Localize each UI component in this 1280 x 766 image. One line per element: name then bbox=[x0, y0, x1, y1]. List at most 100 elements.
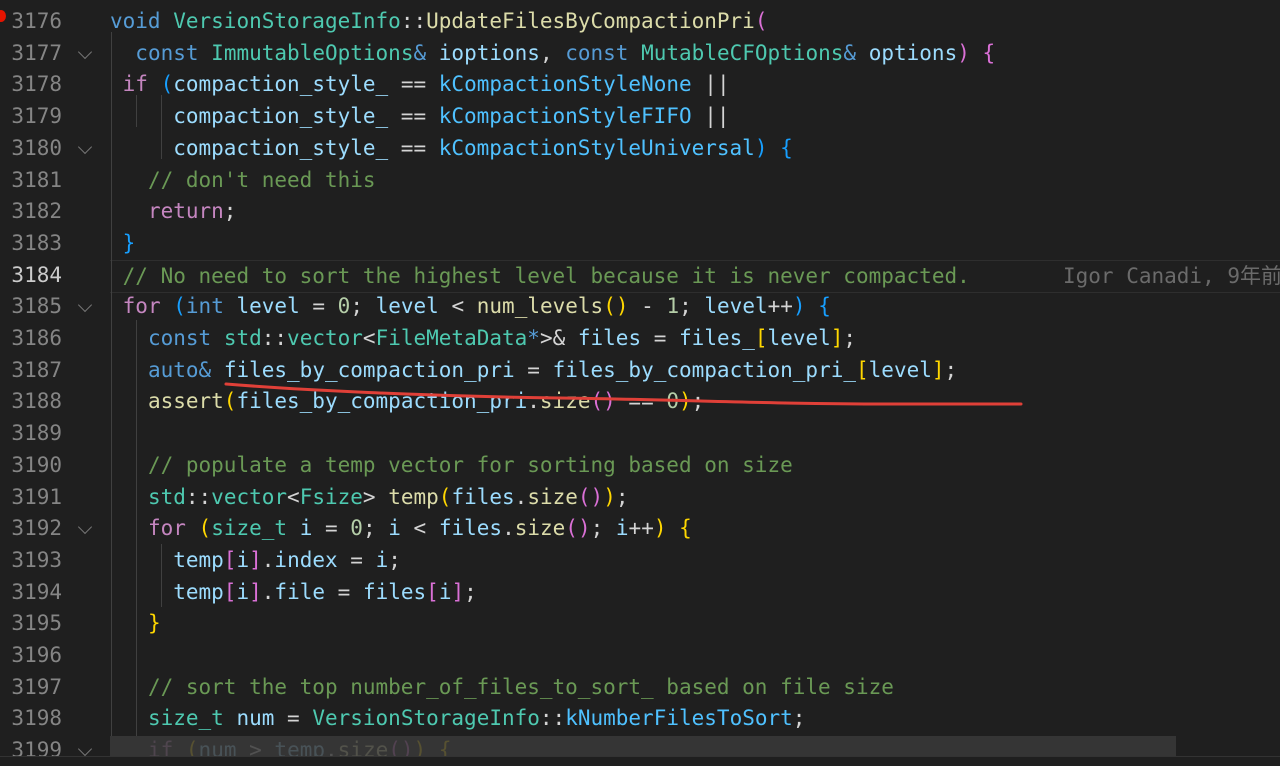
code-text-area[interactable]: temp[i].index = i; bbox=[110, 545, 1280, 577]
code-token: < bbox=[287, 484, 300, 509]
code-line[interactable]: 3187 auto& files_by_compaction_pri = fil… bbox=[0, 355, 1280, 387]
code-text-area[interactable]: return; bbox=[110, 196, 1280, 228]
code-line[interactable]: 3184 // No need to sort the highest leve… bbox=[0, 259, 1280, 294]
code-token: ; bbox=[388, 547, 401, 572]
fold-chevron-icon[interactable] bbox=[77, 139, 93, 154]
fold-chevron-icon[interactable] bbox=[77, 742, 93, 757]
code-text: void VersionStorageInfo::UpdateFilesByCo… bbox=[110, 6, 768, 38]
code-line[interactable]: 3198 size_t num = VersionStorageInfo::kN… bbox=[0, 703, 1280, 735]
code-line[interactable]: 3178 if (compaction_style_ == kCompactio… bbox=[0, 69, 1280, 101]
code-token: { bbox=[780, 135, 793, 160]
code-token: temp bbox=[388, 484, 439, 509]
code-text-area[interactable]: auto& files_by_compaction_pri = files_by… bbox=[110, 355, 1280, 387]
line-number: 3186 bbox=[11, 326, 62, 350]
code-text-area[interactable]: } bbox=[110, 228, 1280, 260]
line-number: 3190 bbox=[11, 452, 62, 477]
code-text-area[interactable]: temp[i].file = files[i]; bbox=[110, 577, 1280, 609]
code-line[interactable]: 3186 const std::vector<FileMetaData*>& f… bbox=[0, 323, 1280, 355]
code-token: level bbox=[704, 294, 768, 319]
code-line[interactable]: 3181 // don't need this bbox=[0, 165, 1280, 197]
code-token: i bbox=[615, 516, 629, 541]
code-line[interactable]: 3191 std::vector<Fsize> temp(files.size(… bbox=[0, 482, 1280, 514]
code-text-area[interactable]: assert(files_by_compaction_pri.size() ==… bbox=[110, 386, 1280, 418]
code-line[interactable]: 3190 // populate a temp vector for sorti… bbox=[0, 450, 1280, 482]
code-text-area[interactable]: } bbox=[110, 608, 1280, 640]
line-number: 3195 bbox=[11, 611, 62, 636]
code-text-area[interactable]: // don't need this bbox=[110, 165, 1280, 197]
code-line[interactable]: 3176 void VersionStorageInfo::UpdateFiles… bbox=[0, 6, 1280, 38]
code-text: std::vector<Fsize> temp(files.size()); bbox=[110, 482, 629, 514]
code-token: for bbox=[147, 516, 186, 541]
code-text-area[interactable]: const std::vector<FileMetaData*>& files … bbox=[110, 323, 1280, 355]
code-token: ImmutableOptions bbox=[211, 40, 414, 65]
code-line[interactable]: 3188 assert(files_by_compaction_pri.size… bbox=[0, 386, 1280, 418]
code-line[interactable]: 3196 bbox=[0, 640, 1280, 672]
code-token: const bbox=[565, 40, 629, 65]
code-text-area[interactable]: void VersionStorageInfo::UpdateFilesByCo… bbox=[110, 6, 1280, 38]
code-line[interactable]: 3193 temp[i].index = i; bbox=[0, 545, 1280, 577]
line-number: 3188 bbox=[11, 389, 62, 414]
code-text-area[interactable] bbox=[110, 418, 1280, 450]
code-token: ( bbox=[160, 72, 174, 97]
code-text-area[interactable]: const ImmutableOptions& ioptions, const … bbox=[110, 38, 1280, 70]
code-line[interactable]: 3180 compaction_style_ == kCompactionSty… bbox=[0, 133, 1280, 165]
code-text-area[interactable]: // sort the top number_of_files_to_sort_… bbox=[110, 672, 1280, 704]
line-number: 3179 bbox=[11, 104, 62, 129]
editor-bottom-edge bbox=[0, 756, 1280, 766]
code-token: == bbox=[388, 104, 439, 129]
code-token: ; bbox=[362, 516, 389, 541]
code-token: const bbox=[135, 40, 199, 65]
code-token: temp bbox=[173, 579, 224, 604]
code-text-area[interactable]: // No need to sort the highest level bec… bbox=[110, 259, 1280, 294]
code-token: level bbox=[236, 294, 300, 319]
code-line[interactable]: 3185 for (int level = 0; level < num_lev… bbox=[0, 291, 1280, 323]
code-line[interactable]: 3179 compaction_style_ == kCompactionSty… bbox=[0, 101, 1280, 133]
line-number: 3181 bbox=[11, 167, 62, 192]
code-token: VersionStorageInfo bbox=[312, 706, 540, 731]
code-token: < bbox=[400, 516, 439, 541]
horizontal-scrollbar-thumb[interactable] bbox=[110, 736, 1176, 756]
code-line[interactable]: 3192 for (size_t i = 0; i < files.size()… bbox=[0, 513, 1280, 545]
line-number: 3176 bbox=[11, 9, 62, 33]
code-text-area[interactable]: for (int level = 0; level < num_levels()… bbox=[110, 291, 1280, 323]
code-token: files_by_compaction_pri bbox=[223, 357, 515, 382]
code-text-area[interactable]: // populate a temp vector for sorting ba… bbox=[110, 450, 1280, 482]
code-token: ( bbox=[223, 389, 237, 414]
fold-chevron-icon[interactable] bbox=[77, 520, 93, 535]
code-token: () bbox=[577, 484, 604, 509]
code-line[interactable]: 3197 // sort the top number_of_files_to_… bbox=[0, 672, 1280, 704]
code-text-area[interactable]: if (compaction_style_ == kCompactionStyl… bbox=[110, 69, 1280, 101]
code-token: ; bbox=[615, 484, 629, 509]
code-token: >& bbox=[539, 326, 578, 350]
code-line[interactable]: 3194 temp[i].file = files[i]; bbox=[0, 577, 1280, 609]
code-token: size_t bbox=[147, 706, 224, 731]
code-token: () bbox=[565, 516, 591, 541]
code-text-area[interactable]: compaction_style_ == kCompactionStyleUni… bbox=[110, 133, 1280, 165]
fold-chevron-icon[interactable] bbox=[77, 298, 93, 313]
code-token: index bbox=[274, 547, 338, 572]
code-token: = bbox=[299, 294, 338, 319]
code-editor[interactable]: 3176 void VersionStorageInfo::UpdateFiles… bbox=[0, 0, 1280, 766]
code-text-area[interactable]: std::vector<Fsize> temp(files.size()); bbox=[110, 482, 1280, 514]
line-number: 3194 bbox=[11, 579, 62, 604]
code-text-area[interactable]: compaction_style_ == kCompactionStyleFIF… bbox=[110, 101, 1280, 133]
code-token: void bbox=[110, 9, 161, 33]
code-token: [ bbox=[223, 579, 237, 604]
code-token: assert bbox=[147, 389, 224, 414]
code-text-area[interactable]: for (size_t i = 0; i < files.size(); i++… bbox=[110, 513, 1280, 545]
code-text-area[interactable]: size_t num = VersionStorageInfo::kNumber… bbox=[110, 703, 1280, 735]
fold-chevron-icon[interactable] bbox=[77, 44, 93, 59]
code-line[interactable]: 3182 return; bbox=[0, 196, 1280, 228]
code-text-area[interactable] bbox=[110, 640, 1280, 672]
code-text: compaction_style_ == kCompactionStyleFIF… bbox=[110, 101, 729, 133]
code-token: 1 bbox=[666, 294, 680, 319]
code-token: & bbox=[843, 40, 857, 65]
code-line[interactable]: 3183 } bbox=[0, 228, 1280, 260]
code-line[interactable]: 3189 bbox=[0, 418, 1280, 450]
code-line[interactable]: 3177 const ImmutableOptions& ioptions, c… bbox=[0, 38, 1280, 70]
code-line[interactable]: 3195 } bbox=[0, 608, 1280, 640]
